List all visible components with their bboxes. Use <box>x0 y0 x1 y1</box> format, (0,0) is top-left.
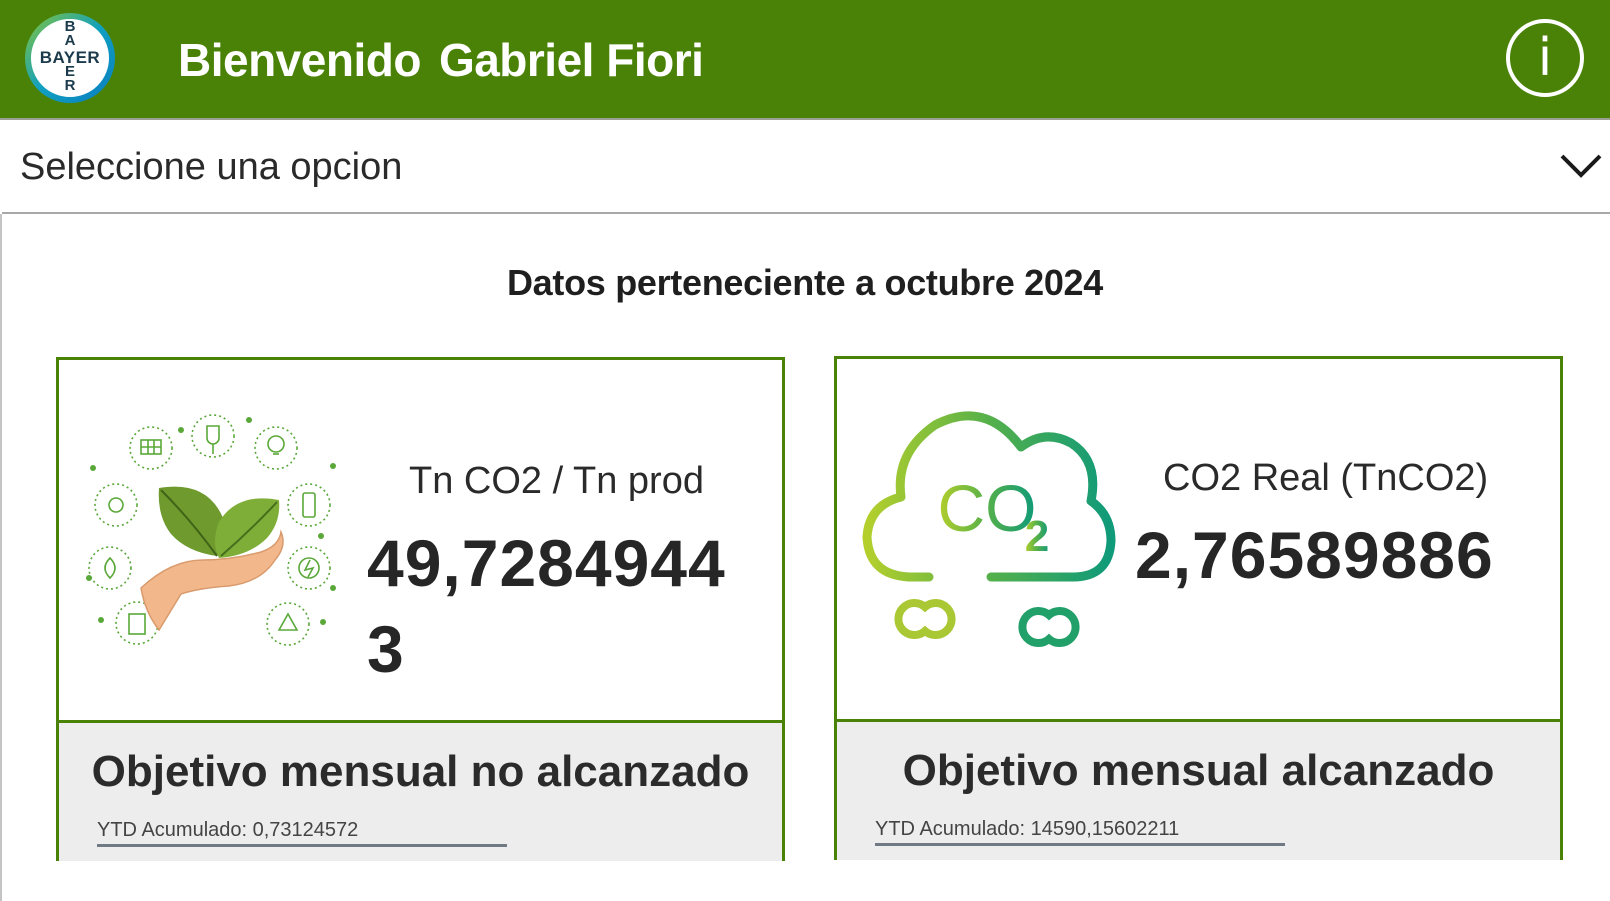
chevron-down-icon[interactable] <box>1559 152 1603 180</box>
kpi-card-body: CO 2 CO2 Real (TnCO2) 2,76589886 <box>837 359 1560 719</box>
co2-cloud-icon: CO 2 <box>862 411 1116 647</box>
bayer-logo: BAYER B A E R <box>25 13 115 103</box>
ytd-accumulated: YTD Acumulado: 14590,15602211 <box>875 818 1285 846</box>
status-message: Objetivo mensual alcanzado <box>902 746 1495 795</box>
status-message: Objetivo mensual no alcanzado <box>91 747 750 796</box>
welcome-message: Bienvenido Gabriel Fiori <box>178 30 704 90</box>
info-icon: i <box>1537 28 1553 88</box>
co2-icon-text: CO <box>938 471 1037 545</box>
intensity-kpi-card: Tn CO2 / Tn prod 49,72849443 Objetivo me… <box>56 357 785 861</box>
welcome-label: Bienvenido <box>178 34 421 86</box>
svg-text:A: A <box>65 32 76 49</box>
metric-value: 2,76589886 <box>1135 518 1494 592</box>
kpi-status-panel: Objetivo mensual no alcanzado YTD Acumul… <box>59 720 782 861</box>
kpi-card-body: Tn CO2 / Tn prod 49,72849443 <box>59 360 782 720</box>
user-name: Gabriel Fiori <box>438 34 704 86</box>
option-selector-dropdown[interactable]: Seleccione una opcion <box>2 120 1610 214</box>
metric-value: 49,72849443 <box>367 526 726 686</box>
page-edge <box>0 214 2 901</box>
dropdown-value: Seleccione una opcion <box>20 146 403 188</box>
info-button[interactable]: i <box>1506 19 1584 97</box>
svg-text:R: R <box>65 77 76 94</box>
co2-real-kpi-card: CO 2 CO2 Real (TnCO2) 2,76589886 Objetiv… <box>834 356 1563 860</box>
metric-label: CO2 Real (TnCO2) <box>1163 457 1489 499</box>
metric-label: Tn CO2 / Tn prod <box>409 460 704 502</box>
ytd-accumulated: YTD Acumulado: 0,73124572 <box>97 819 507 847</box>
app-header: BAYER B A E R Bienvenido Gabriel Fiori i <box>0 0 1610 120</box>
leaves-in-hand-icon <box>86 414 336 646</box>
co2-icon-subscript: 2 <box>1025 512 1049 561</box>
kpi-status-panel: Objetivo mensual alcanzado YTD Acumulado… <box>837 719 1560 860</box>
period-title: Datos perteneciente a octubre 2024 <box>506 262 1104 303</box>
